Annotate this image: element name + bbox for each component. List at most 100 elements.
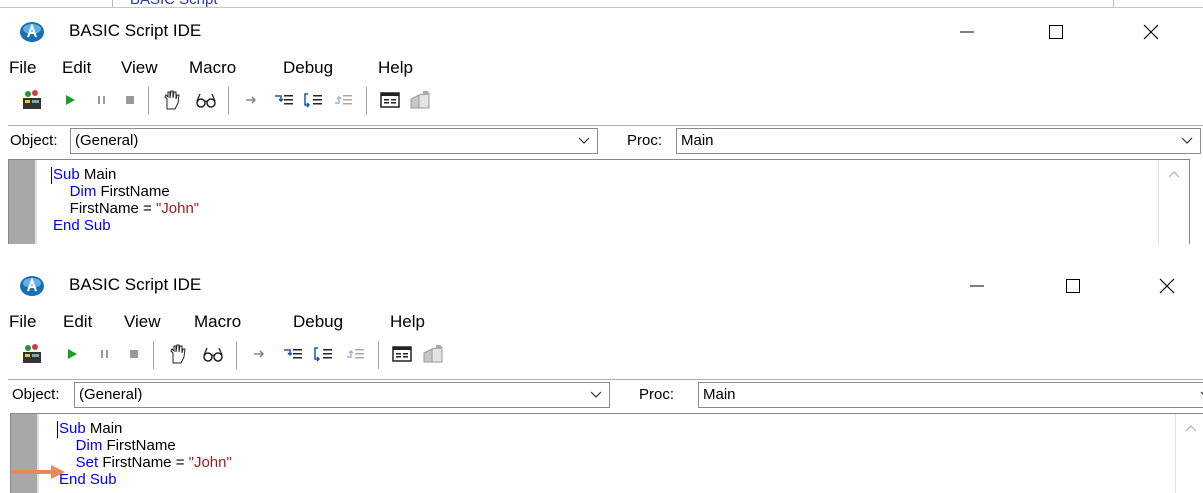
chevron-down-icon bbox=[578, 137, 590, 144]
object-dropdown[interactable]: (General) bbox=[70, 128, 598, 154]
show-next-statement-button[interactable] bbox=[240, 88, 264, 112]
close-icon bbox=[1159, 278, 1175, 294]
code-text[interactable]: Sub Main Dim FirstName FirstName = "John… bbox=[53, 166, 199, 234]
user-dialog-button[interactable] bbox=[390, 342, 414, 366]
show-next-statement-icon bbox=[254, 350, 265, 358]
object-label: Object: bbox=[12, 386, 60, 403]
object-value: (General) bbox=[75, 132, 139, 149]
maximize-button[interactable] bbox=[1050, 268, 1096, 304]
close-icon bbox=[1143, 24, 1159, 40]
proc-dropdown[interactable]: Main bbox=[698, 382, 1203, 408]
step-over-button[interactable] bbox=[312, 342, 336, 366]
code-editor[interactable]: Sub Main Dim FirstName FirstName = "John… bbox=[8, 159, 1190, 244]
vertical-scrollbar[interactable] bbox=[1175, 414, 1203, 493]
references-icon bbox=[423, 345, 443, 363]
menu-macro[interactable]: Macro bbox=[194, 312, 241, 332]
text-caret bbox=[57, 421, 58, 438]
user-dialog-button[interactable] bbox=[378, 88, 402, 112]
object-proc-bar: Object: (General) Proc: Main bbox=[8, 379, 1203, 410]
step-over-button[interactable] bbox=[302, 88, 326, 112]
menu-help[interactable]: Help bbox=[378, 58, 413, 78]
pause-button[interactable] bbox=[93, 342, 117, 366]
divider bbox=[228, 87, 232, 115]
app-logo-icon bbox=[20, 276, 44, 296]
menu-edit[interactable]: Edit bbox=[63, 312, 92, 332]
app-logo-icon bbox=[20, 22, 44, 42]
pause-button[interactable] bbox=[90, 88, 114, 112]
menu-view[interactable]: View bbox=[121, 58, 158, 78]
divider bbox=[148, 87, 152, 115]
menu-edit[interactable]: Edit bbox=[62, 58, 91, 78]
step-into-button[interactable] bbox=[281, 342, 305, 366]
debug-window-button[interactable] bbox=[20, 88, 44, 112]
code-editor[interactable]: Sub Main Dim FirstName Set FirstName = "… bbox=[10, 413, 1203, 493]
references-button[interactable] bbox=[421, 342, 445, 366]
user-dialog-icon bbox=[380, 92, 400, 108]
menu-file[interactable]: File bbox=[9, 58, 36, 78]
close-button[interactable] bbox=[1144, 268, 1190, 304]
background-window-strip: BASIC Script bbox=[0, 0, 1203, 8]
maximize-button[interactable] bbox=[1033, 14, 1079, 50]
step-out-icon bbox=[347, 349, 364, 359]
divider bbox=[236, 341, 240, 369]
proc-label: Proc: bbox=[639, 386, 675, 403]
ide-window-before: BASIC Script IDE File Edit View Macro De… bbox=[0, 8, 1203, 244]
run-button[interactable] bbox=[60, 342, 84, 366]
object-proc-bar: Object: (General) Proc: Main bbox=[8, 125, 1203, 156]
proc-dropdown[interactable]: Main bbox=[676, 128, 1201, 154]
proc-value: Main bbox=[703, 386, 736, 403]
step-out-button[interactable] bbox=[344, 342, 368, 366]
references-button[interactable] bbox=[408, 88, 432, 112]
menu-file[interactable]: File bbox=[9, 312, 36, 332]
step-over-icon bbox=[304, 93, 322, 108]
scroll-up-icon bbox=[1185, 425, 1197, 432]
minimize-icon bbox=[970, 285, 984, 287]
run-icon bbox=[68, 349, 77, 359]
debug-window-button[interactable] bbox=[20, 342, 44, 366]
quick-watch-button[interactable] bbox=[194, 88, 218, 112]
chevron-down-icon bbox=[1200, 391, 1203, 395]
stop-icon bbox=[126, 96, 134, 104]
toggle-breakpoint-button[interactable] bbox=[160, 88, 184, 112]
title-bar[interactable]: BASIC Script IDE bbox=[0, 8, 1203, 54]
minimize-icon bbox=[960, 31, 974, 33]
code-line: End Sub bbox=[59, 471, 117, 488]
text-caret bbox=[51, 167, 52, 184]
maximize-icon bbox=[1066, 279, 1080, 293]
proc-label: Proc: bbox=[627, 132, 663, 149]
pause-icon bbox=[101, 350, 108, 358]
menu-debug[interactable]: Debug bbox=[293, 312, 343, 332]
toolbar bbox=[8, 336, 648, 374]
quick-watch-button[interactable] bbox=[201, 342, 225, 366]
close-button[interactable] bbox=[1128, 14, 1174, 50]
stop-button[interactable] bbox=[118, 88, 142, 112]
debug-window-icon bbox=[23, 344, 41, 363]
menu-view[interactable]: View bbox=[124, 312, 161, 332]
code-line: Set FirstName = "John" bbox=[75, 454, 232, 471]
stop-button[interactable] bbox=[122, 342, 146, 366]
maximize-icon bbox=[1049, 25, 1063, 39]
menu-debug[interactable]: Debug bbox=[283, 58, 333, 78]
scroll-up-icon bbox=[1168, 171, 1180, 178]
object-dropdown[interactable]: (General) bbox=[74, 382, 610, 408]
code-text[interactable]: Sub Main Dim FirstName Set FirstName = "… bbox=[59, 420, 232, 488]
references-icon bbox=[410, 91, 430, 109]
step-into-button[interactable] bbox=[272, 88, 296, 112]
code-line: Dim FirstName bbox=[75, 437, 176, 454]
minimize-button[interactable] bbox=[944, 14, 990, 50]
minimize-button[interactable] bbox=[954, 268, 1000, 304]
step-out-button[interactable] bbox=[332, 88, 356, 112]
toggle-breakpoint-button[interactable] bbox=[166, 342, 190, 366]
show-next-statement-button[interactable] bbox=[248, 342, 272, 366]
breakpoint-gutter[interactable] bbox=[9, 160, 37, 244]
quick-watch-icon bbox=[196, 93, 216, 108]
run-button[interactable] bbox=[58, 88, 82, 112]
vertical-scrollbar[interactable] bbox=[1158, 160, 1189, 244]
code-line: Dim FirstName bbox=[69, 183, 170, 200]
title-bar[interactable]: BASIC Script IDE bbox=[0, 262, 1203, 308]
menu-macro[interactable]: Macro bbox=[189, 58, 236, 78]
menu-help[interactable]: Help bbox=[390, 312, 425, 332]
user-dialog-icon bbox=[392, 346, 412, 362]
window-title: BASIC Script IDE bbox=[69, 275, 202, 294]
debug-window-icon bbox=[23, 90, 41, 109]
